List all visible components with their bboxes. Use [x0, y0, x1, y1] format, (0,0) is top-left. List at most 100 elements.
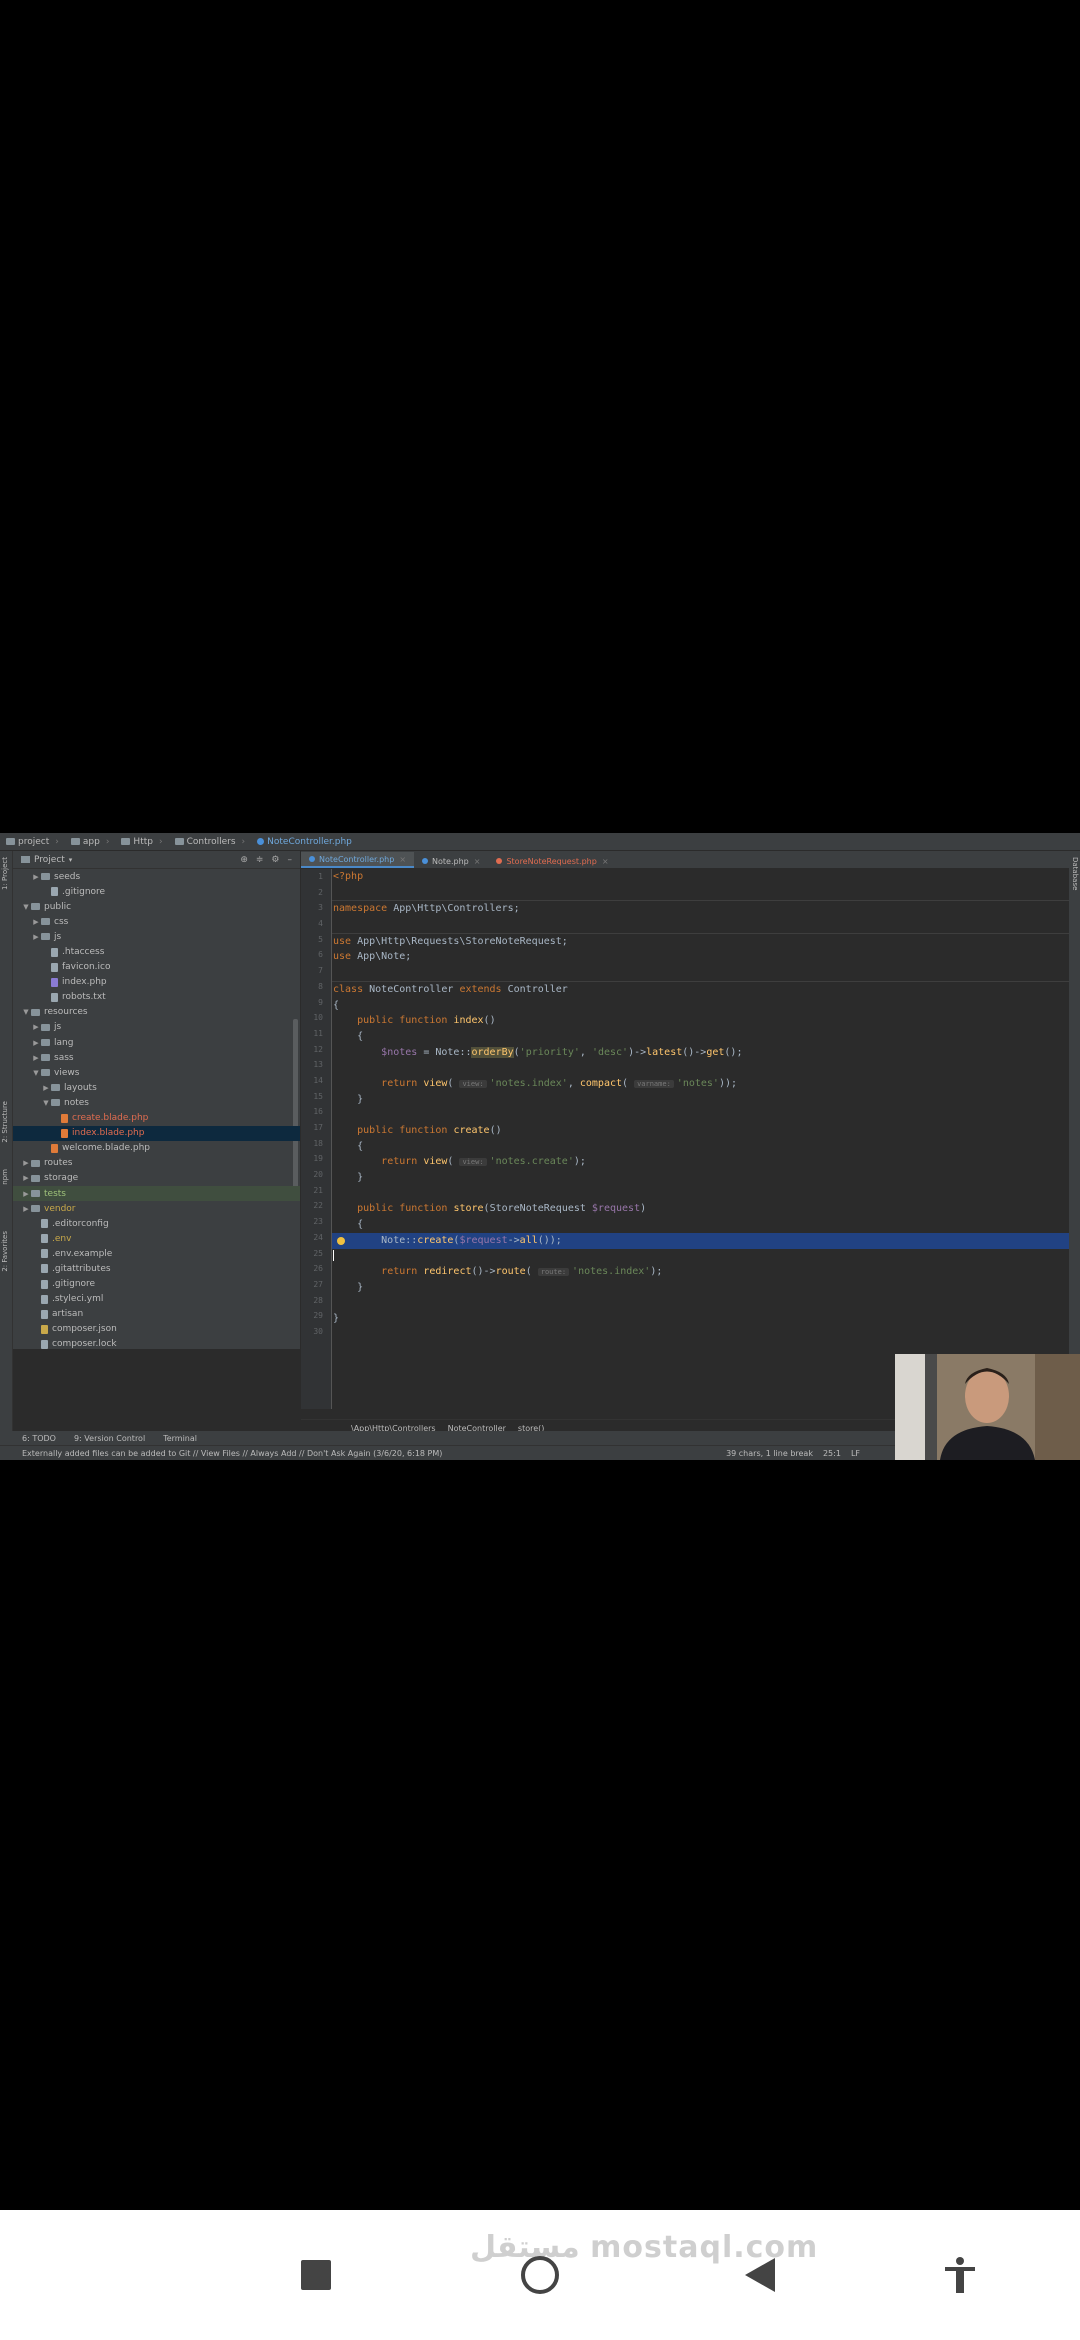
- tree-item[interactable]: ▶ lang: [13, 1035, 300, 1050]
- code-line[interactable]: public function create(): [332, 1123, 1069, 1139]
- tree-item[interactable]: .env: [13, 1231, 300, 1246]
- tree-item[interactable]: .gitignore: [13, 884, 300, 899]
- code-line[interactable]: {: [332, 1029, 1069, 1045]
- project-view-selector[interactable]: Project: [34, 855, 65, 865]
- tree-item[interactable]: ▶ layouts: [13, 1080, 300, 1095]
- expand-arrow-icon[interactable]: ▶: [21, 1159, 31, 1167]
- code-line[interactable]: [332, 885, 1069, 902]
- tool-favorites[interactable]: 2: Favorites: [1, 1231, 9, 1272]
- expand-arrow-icon[interactable]: ▶: [21, 1174, 31, 1182]
- tree-item[interactable]: ▼ resources: [13, 1005, 300, 1020]
- tool-version-control[interactable]: 9: Version Control: [74, 1434, 145, 1443]
- code-line[interactable]: [332, 1296, 1069, 1312]
- editor-tab[interactable]: Note.php ×: [414, 854, 488, 868]
- tree-item[interactable]: favicon.ico: [13, 960, 300, 975]
- code-line[interactable]: use App\Note;: [332, 949, 1069, 965]
- tree-item[interactable]: .editorconfig: [13, 1216, 300, 1231]
- tree-item[interactable]: index.php: [13, 975, 300, 990]
- tree-item[interactable]: robots.txt: [13, 990, 300, 1005]
- tree-item[interactable]: composer.json: [13, 1322, 300, 1337]
- expand-arrow-icon[interactable]: ▼: [31, 1069, 41, 1077]
- close-icon[interactable]: ×: [399, 855, 406, 864]
- code-line[interactable]: return view( view:'notes.index', compact…: [332, 1076, 1069, 1092]
- code-line[interactable]: public function index(): [332, 1013, 1069, 1029]
- recents-button[interactable]: [284, 2243, 348, 2307]
- tool-structure[interactable]: 2: Structure: [1, 1101, 9, 1143]
- gear-icon[interactable]: ⚙: [271, 855, 279, 865]
- tree-item[interactable]: ▶ js: [13, 1020, 300, 1035]
- expand-arrow-icon[interactable]: ▶: [41, 1084, 51, 1092]
- tool-terminal[interactable]: Terminal: [163, 1434, 197, 1443]
- tool-npm[interactable]: npm: [1, 1169, 9, 1185]
- expand-arrow-icon[interactable]: ▶: [21, 1205, 31, 1213]
- tree-item[interactable]: ▶ routes: [13, 1156, 300, 1171]
- expand-arrow-icon[interactable]: ▼: [21, 903, 31, 911]
- tree-item[interactable]: composer.lock: [13, 1337, 300, 1349]
- close-icon[interactable]: ×: [474, 857, 481, 866]
- home-button[interactable]: [508, 2243, 572, 2307]
- code-line[interactable]: [332, 965, 1069, 982]
- tool-project[interactable]: 1: Project: [1, 857, 9, 890]
- tree-item[interactable]: index.blade.php: [13, 1125, 300, 1141]
- editor-tab[interactable]: StoreNoteRequest.php ×: [488, 854, 616, 868]
- expand-arrow-icon[interactable]: ▶: [21, 1190, 31, 1198]
- crumb-file[interactable]: NoteController.php: [251, 837, 358, 847]
- tree-item[interactable]: ▶ vendor: [13, 1201, 300, 1216]
- line-ending[interactable]: LF: [851, 1449, 860, 1458]
- code-line[interactable]: [332, 1060, 1069, 1076]
- tree-item[interactable]: .styleci.yml: [13, 1292, 300, 1307]
- code-line[interactable]: $notes = Note::orderBy('priority', 'desc…: [332, 1045, 1069, 1061]
- code-line[interactable]: [332, 917, 1069, 934]
- code-line[interactable]: public function store(StoreNoteRequest $…: [332, 1201, 1069, 1217]
- expand-arrow-icon[interactable]: ▶: [31, 1039, 41, 1047]
- code-line[interactable]: {: [332, 1139, 1069, 1155]
- tree-item[interactable]: .htaccess: [13, 944, 300, 959]
- tree-item[interactable]: artisan: [13, 1307, 300, 1322]
- back-button[interactable]: [728, 2243, 792, 2307]
- accessibility-button[interactable]: [928, 2243, 992, 2307]
- tool-todo[interactable]: 6: TODO: [22, 1434, 56, 1443]
- code-line[interactable]: {: [332, 998, 1069, 1014]
- tree-item[interactable]: ▶ seeds: [13, 869, 300, 884]
- expand-arrow-icon[interactable]: ▶: [31, 873, 41, 881]
- tree-item[interactable]: welcome.blade.php: [13, 1141, 300, 1156]
- caret-position[interactable]: 25:1: [823, 1449, 841, 1458]
- tree-item[interactable]: ▶ sass: [13, 1050, 300, 1065]
- lightbulb-icon[interactable]: [337, 1236, 345, 1245]
- code-line[interactable]: Note::create($request->all());: [332, 1232, 1069, 1249]
- code-line[interactable]: {: [332, 1217, 1069, 1233]
- target-icon[interactable]: ⊕: [240, 855, 248, 865]
- tree-item[interactable]: ▶ js: [13, 929, 300, 944]
- tree-item[interactable]: ▶ css: [13, 914, 300, 929]
- tree-item[interactable]: .gitignore: [13, 1277, 300, 1292]
- tree-item[interactable]: ▼ public: [13, 899, 300, 914]
- expand-arrow-icon[interactable]: ▶: [31, 918, 41, 926]
- tool-database[interactable]: Database: [1071, 857, 1079, 890]
- tree-item[interactable]: create.blade.php: [13, 1111, 300, 1126]
- status-message[interactable]: Externally added files can be added to G…: [0, 1449, 442, 1458]
- code-line[interactable]: [332, 1107, 1069, 1123]
- code-line[interactable]: return view( view:'notes.create');: [332, 1154, 1069, 1170]
- tree-item[interactable]: .env.example: [13, 1246, 300, 1261]
- code-line[interactable]: <?php: [332, 869, 1069, 885]
- expand-arrow-icon[interactable]: ▶: [31, 1054, 41, 1062]
- close-icon[interactable]: ×: [602, 857, 609, 866]
- code-line[interactable]: }: [332, 1311, 1069, 1327]
- code-line[interactable]: namespace App\Http\Controllers;: [332, 901, 1069, 917]
- minimize-icon[interactable]: –: [288, 855, 293, 865]
- code-line[interactable]: [332, 1186, 1069, 1202]
- code-line[interactable]: }: [332, 1170, 1069, 1186]
- expand-arrow-icon[interactable]: ▼: [41, 1099, 51, 1107]
- crumb-controllers[interactable]: Controllers ›: [169, 837, 252, 847]
- expand-arrow-icon[interactable]: ▶: [31, 933, 41, 941]
- tree-item[interactable]: ▶ storage: [13, 1171, 300, 1186]
- expand-arrow-icon[interactable]: ▼: [21, 1008, 31, 1016]
- code-line[interactable]: return redirect()->route( route:'notes.i…: [332, 1264, 1069, 1280]
- tree-item[interactable]: ▼ views: [13, 1065, 300, 1080]
- crumb-http[interactable]: Http ›: [115, 837, 168, 847]
- collapse-icon[interactable]: ≑: [256, 855, 264, 865]
- code-line[interactable]: [332, 1249, 1069, 1265]
- crumb-app[interactable]: app ›: [65, 837, 116, 847]
- tree-item[interactable]: ▶ tests: [13, 1185, 300, 1202]
- code-line[interactable]: }: [332, 1280, 1069, 1296]
